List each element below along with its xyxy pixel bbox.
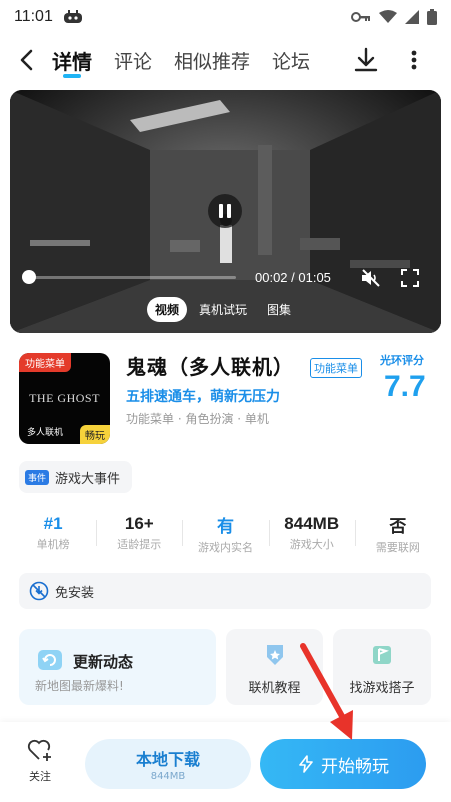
stat-rank[interactable]: #1 单机榜 bbox=[10, 508, 96, 558]
rating-value[interactable]: 7.7 bbox=[384, 370, 426, 404]
icon-play-tag: 畅玩 bbox=[80, 425, 110, 444]
stat-age-rating[interactable]: 16+ 适龄提示 bbox=[96, 508, 182, 558]
stat-value: 16+ bbox=[124, 514, 154, 533]
follow-label: 关注 bbox=[29, 770, 51, 783]
local-download-label: 本地下载 bbox=[135, 750, 200, 769]
key-icon bbox=[351, 12, 370, 22]
download-icon bbox=[354, 47, 378, 72]
stat-value: 否 bbox=[389, 516, 407, 536]
multiplayer-guide-card[interactable]: 联机教程 bbox=[226, 629, 323, 705]
start-play-button[interactable]: 开始畅玩 bbox=[260, 739, 426, 789]
start-play-label: 开始畅玩 bbox=[321, 756, 389, 777]
tab-details[interactable]: 详情 bbox=[52, 36, 92, 84]
stat-value: #1 bbox=[43, 514, 63, 533]
stat-label: 需要联网 bbox=[375, 540, 420, 554]
event-label: 游戏大事件 bbox=[55, 471, 121, 487]
flag-icon bbox=[373, 646, 391, 664]
stat-value: 有 bbox=[217, 516, 234, 536]
stat-label: 游戏内实名 bbox=[198, 540, 253, 554]
game-controller-icon bbox=[63, 10, 82, 23]
media-tab-device-trial[interactable]: 真机试玩 bbox=[191, 297, 255, 322]
pause-icon bbox=[219, 204, 231, 218]
game-slogan: 五排速通车，萌新无压力 bbox=[126, 389, 280, 405]
stat-label: 适龄提示 bbox=[117, 538, 162, 551]
download-button[interactable] bbox=[350, 44, 382, 76]
media-tabs: 视频 真机试玩 图集 bbox=[147, 294, 299, 324]
lightning-icon bbox=[299, 755, 313, 773]
game-tags: 功能菜单 · 角色扮演 · 单机 bbox=[126, 412, 269, 426]
bottom-action-bar: 关注 本地下载 844MB 开始畅玩 bbox=[0, 722, 451, 802]
game-title: 鬼魂（多人联机） bbox=[126, 355, 294, 379]
media-tab-video[interactable]: 视频 bbox=[147, 296, 188, 322]
follow-button[interactable]: 关注 bbox=[18, 738, 62, 794]
game-events-button[interactable]: 事件 游戏大事件 bbox=[19, 461, 133, 493]
icon-game-title: THE GHOST bbox=[29, 391, 100, 405]
wifi-icon bbox=[379, 10, 397, 23]
local-download-size: 844MB bbox=[150, 771, 186, 782]
stat-value: 844MB bbox=[284, 514, 340, 533]
back-arrow-icon bbox=[20, 49, 33, 71]
tab-comments[interactable]: 评论 bbox=[114, 36, 152, 84]
top-navigation: 详情 评论 相似推荐 论坛 bbox=[0, 36, 451, 84]
game-icon: 功能菜单 THE GHOST 多人联机 畅玩 bbox=[19, 353, 110, 444]
media-tab-gallery[interactable]: 图集 bbox=[259, 297, 299, 322]
event-badge: 事件 bbox=[25, 469, 50, 485]
stat-real-name[interactable]: 有 游戏内实名 bbox=[182, 508, 268, 558]
status-icons bbox=[351, 9, 437, 25]
update-news-subtitle: 新地图最新爆料! bbox=[35, 679, 124, 693]
guide-badge-icon bbox=[266, 645, 283, 665]
signal-icon bbox=[405, 10, 419, 24]
mute-icon[interactable] bbox=[360, 268, 382, 288]
refresh-icon bbox=[38, 650, 62, 670]
multiplayer-guide-label: 联机教程 bbox=[248, 681, 301, 696]
stat-online-required: 否 需要联网 bbox=[354, 508, 441, 558]
stat-size: 844MB 游戏大小 bbox=[268, 508, 355, 558]
status-bar: 11:01 bbox=[0, 0, 451, 34]
game-stats: #1 单机榜 16+ 适龄提示 有 游戏内实名 844MB 游戏大小 否 需要联… bbox=[10, 508, 441, 558]
video-time-readout: 00:02 / 01:05 bbox=[255, 270, 331, 285]
feature-menu-badge: 功能菜单 bbox=[310, 358, 362, 378]
pause-button[interactable] bbox=[208, 194, 242, 228]
battery-icon bbox=[427, 9, 437, 25]
rating-label: 光环评分 bbox=[380, 354, 424, 367]
update-news-card[interactable]: 更新动态 新地图最新爆料! bbox=[19, 629, 216, 705]
more-vertical-icon bbox=[411, 50, 417, 70]
status-time: 11:01 bbox=[14, 8, 53, 25]
back-button[interactable] bbox=[0, 36, 52, 84]
local-download-button[interactable]: 本地下载 844MB bbox=[85, 739, 251, 789]
find-partner-label: 找游戏搭子 bbox=[349, 681, 415, 696]
stat-label: 单机榜 bbox=[36, 538, 70, 551]
tab-similar[interactable]: 相似推荐 bbox=[174, 36, 250, 84]
icon-feature-tag: 功能菜单 bbox=[19, 353, 71, 372]
find-partner-card[interactable]: 找游戏搭子 bbox=[333, 629, 431, 705]
more-menu-button[interactable] bbox=[402, 44, 426, 76]
video-progress-bar[interactable] bbox=[24, 276, 236, 279]
icon-multiplayer-label: 多人联机 bbox=[27, 428, 64, 438]
heart-plus-icon bbox=[27, 739, 51, 761]
no-install-bar[interactable]: 免安装 bbox=[19, 573, 431, 609]
no-install-icon bbox=[29, 581, 49, 601]
video-progress-handle[interactable] bbox=[22, 270, 36, 284]
stat-label: 游戏大小 bbox=[289, 538, 334, 551]
tab-forum[interactable]: 论坛 bbox=[272, 36, 310, 84]
fullscreen-icon[interactable] bbox=[400, 268, 420, 288]
no-install-label: 免安装 bbox=[55, 585, 95, 601]
update-news-title: 更新动态 bbox=[73, 653, 134, 671]
